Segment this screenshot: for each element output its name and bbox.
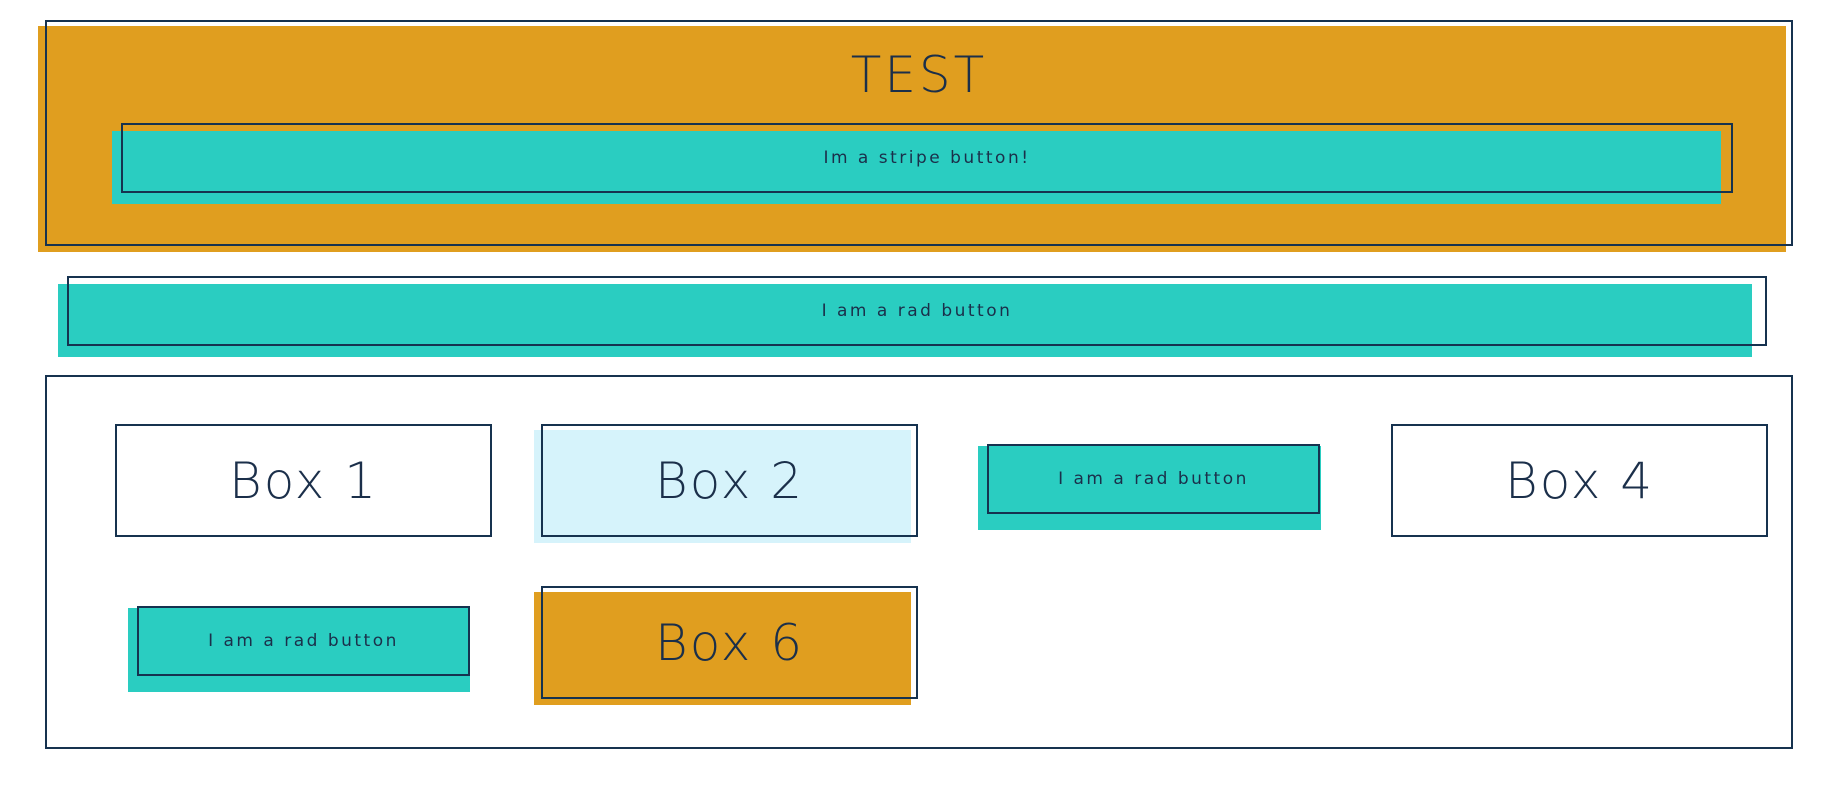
rad-button-label[interactable]: I am a rad button [67,276,1767,346]
rad-button-5[interactable]: I am a rad button [137,606,470,676]
page-title: TEST [850,46,988,104]
rad-button-3[interactable]: I am a rad button [987,444,1320,514]
box-2: Box 2 [541,424,918,537]
box-1: Box 1 [115,424,492,537]
box-6: Box 6 [541,586,918,699]
box-4: Box 4 [1391,424,1768,537]
stripe-button-label[interactable]: Im a stripe button! [121,123,1733,193]
